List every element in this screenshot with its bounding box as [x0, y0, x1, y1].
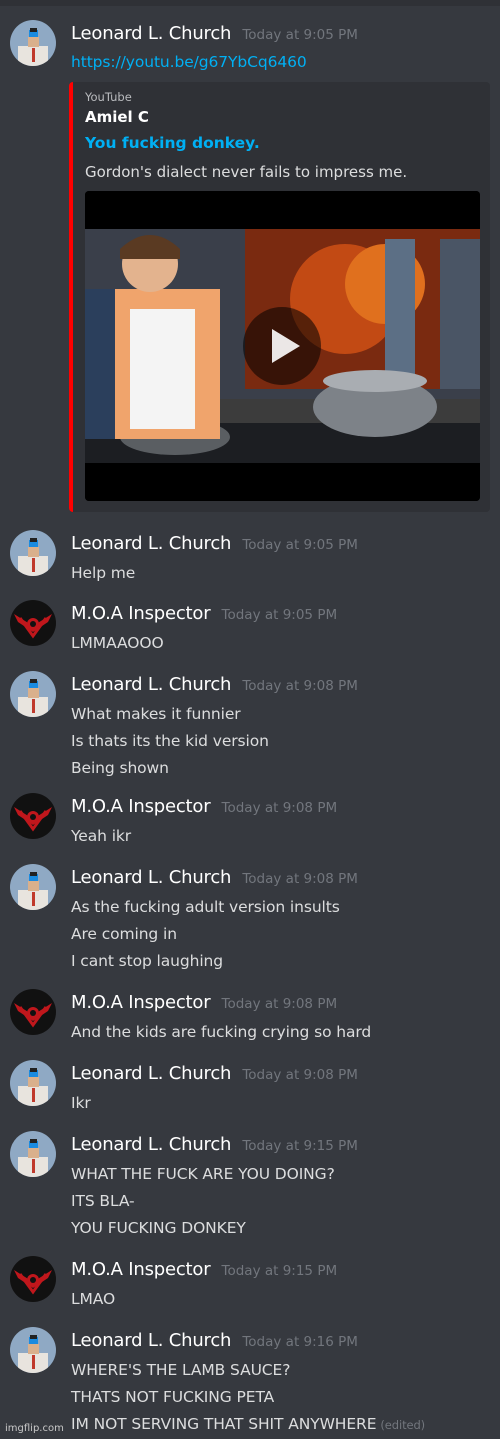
- message-text: Being shown: [71, 759, 169, 777]
- message-text: Ikr: [71, 1094, 91, 1112]
- timestamp: Today at 9:05 PM: [242, 537, 358, 553]
- avatar-moa-icon: [10, 600, 56, 646]
- avatar[interactable]: [10, 1060, 56, 1106]
- username[interactable]: Leonard L. Church: [71, 867, 231, 888]
- embed-title[interactable]: You fucking donkey.: [85, 134, 260, 152]
- avatar-leonard-icon: [10, 1327, 56, 1373]
- username[interactable]: Leonard L. Church: [71, 674, 231, 695]
- message-text: Yeah ikr: [71, 827, 132, 845]
- avatar-moa-icon: [10, 1256, 56, 1302]
- message-text: As the fucking adult version insults: [71, 898, 340, 916]
- avatar-leonard-icon: [10, 671, 56, 717]
- message-text: IM NOT SERVING THAT SHIT ANYWHERE (edited…: [71, 1415, 425, 1433]
- embed-provider[interactable]: YouTube: [85, 90, 132, 104]
- timestamp: Today at 9:05 PM: [221, 607, 338, 623]
- message-header: Leonard L. Church Today at 9:05 PM: [71, 23, 358, 44]
- message-text: THATS NOT FUCKING PETA: [71, 1388, 275, 1406]
- message-group: M.O.A Inspector Today at 9:08 PM And the…: [0, 989, 500, 1041]
- message-header: M.O.A Inspector Today at 9:08 PM: [71, 992, 337, 1013]
- message-group: Leonard L. Church Today at 9:16 PM WHERE…: [0, 1327, 500, 1437]
- message-text: What makes it funnier: [71, 705, 241, 723]
- timestamp: Today at 9:08 PM: [221, 800, 338, 816]
- message-text: LMMAAOOO: [71, 634, 164, 652]
- timestamp: Today at 9:16 PM: [242, 1334, 358, 1350]
- avatar[interactable]: [10, 20, 56, 66]
- timestamp: Today at 9:15 PM: [221, 1263, 338, 1279]
- message-header: M.O.A Inspector Today at 9:15 PM: [71, 1259, 337, 1280]
- message-text: Are coming in: [71, 925, 177, 943]
- message-group: Leonard L. Church Today at 9:15 PM WHAT …: [0, 1131, 500, 1241]
- message-text: Help me: [71, 564, 136, 582]
- message-text: And the kids are fucking crying so hard: [71, 1023, 372, 1041]
- avatar-leonard-icon: [10, 864, 56, 910]
- avatar[interactable]: [10, 989, 56, 1035]
- timestamp: Today at 9:15 PM: [242, 1138, 358, 1154]
- message-group: M.O.A Inspector Today at 9:05 PM LMMAAOO…: [0, 600, 500, 652]
- embed-description: Gordon's dialect never fails to impress …: [85, 163, 408, 181]
- message-text: WHERE'S THE LAMB SAUCE?: [71, 1361, 291, 1379]
- message-group: Leonard L. Church Today at 9:08 PM What …: [0, 671, 500, 781]
- avatar-moa-icon: [10, 793, 56, 839]
- avatar-leonard-icon: [10, 1131, 56, 1177]
- message-text: WHAT THE FUCK ARE YOU DOING?: [71, 1165, 335, 1183]
- message-group: M.O.A Inspector Today at 9:15 PM LMAO: [0, 1256, 500, 1308]
- video-thumbnail[interactable]: [85, 191, 480, 501]
- top-bar: [0, 0, 500, 6]
- embed-author[interactable]: Amiel C: [85, 108, 149, 126]
- avatar[interactable]: [10, 793, 56, 839]
- message-header: M.O.A Inspector Today at 9:05 PM: [71, 603, 337, 624]
- avatar[interactable]: [10, 864, 56, 910]
- username[interactable]: Leonard L. Church: [71, 23, 231, 44]
- username[interactable]: M.O.A Inspector: [71, 603, 211, 624]
- message-text: LMAO: [71, 1290, 116, 1308]
- message-text: YOU FUCKING DONKEY: [71, 1219, 246, 1237]
- username[interactable]: M.O.A Inspector: [71, 796, 211, 817]
- message-header: Leonard L. Church Today at 9:08 PM: [71, 674, 358, 695]
- message-header: Leonard L. Church Today at 9:08 PM: [71, 867, 358, 888]
- imgflip-watermark: imgflip.com: [5, 1423, 64, 1434]
- message-header: Leonard L. Church Today at 9:15 PM: [71, 1134, 358, 1155]
- timestamp: Today at 9:08 PM: [242, 678, 358, 694]
- timestamp: Today at 9:08 PM: [221, 996, 338, 1012]
- username[interactable]: M.O.A Inspector: [71, 1259, 211, 1280]
- username[interactable]: Leonard L. Church: [71, 1134, 231, 1155]
- play-button[interactable]: [243, 307, 321, 385]
- username[interactable]: Leonard L. Church: [71, 1063, 231, 1084]
- avatar-leonard-icon: [10, 20, 56, 66]
- avatar[interactable]: [10, 530, 56, 576]
- username[interactable]: M.O.A Inspector: [71, 992, 211, 1013]
- avatar-leonard-icon: [10, 530, 56, 576]
- message-text-content: IM NOT SERVING THAT SHIT ANYWHERE: [71, 1415, 377, 1433]
- username[interactable]: Leonard L. Church: [71, 533, 231, 554]
- edited-label: (edited): [380, 1418, 426, 1432]
- avatar[interactable]: [10, 671, 56, 717]
- username[interactable]: Leonard L. Church: [71, 1330, 231, 1351]
- timestamp: Today at 9:08 PM: [242, 871, 358, 887]
- message-text: ITS BLA-: [71, 1192, 135, 1210]
- avatar[interactable]: [10, 1256, 56, 1302]
- play-icon: [272, 329, 300, 363]
- message-text: Is thats its the kid version: [71, 732, 269, 750]
- avatar[interactable]: [10, 600, 56, 646]
- message-header: Leonard L. Church Today at 9:08 PM: [71, 1063, 358, 1084]
- message-header: M.O.A Inspector Today at 9:08 PM: [71, 796, 337, 817]
- avatar[interactable]: [10, 1327, 56, 1373]
- avatar[interactable]: [10, 1131, 56, 1177]
- avatar-leonard-icon: [10, 1060, 56, 1106]
- youtube-embed: YouTube Amiel C You fucking donkey. Gord…: [69, 82, 490, 512]
- message-header: Leonard L. Church Today at 9:16 PM: [71, 1330, 358, 1351]
- message-group: M.O.A Inspector Today at 9:08 PM Yeah ik…: [0, 793, 500, 845]
- message-group: Leonard L. Church Today at 9:05 PM Help …: [0, 530, 500, 582]
- message-group: Leonard L. Church Today at 9:08 PM Ikr: [0, 1060, 500, 1112]
- timestamp: Today at 9:05 PM: [242, 27, 358, 43]
- message-text: I cant stop laughing: [71, 952, 224, 970]
- avatar-moa-icon: [10, 989, 56, 1035]
- message-group: Leonard L. Church Today at 9:08 PM As th…: [0, 864, 500, 974]
- message-header: Leonard L. Church Today at 9:05 PM: [71, 533, 358, 554]
- timestamp: Today at 9:08 PM: [242, 1067, 358, 1083]
- youtube-link[interactable]: https://youtu.be/g67YbCq6460: [71, 53, 307, 71]
- message-group: Leonard L. Church Today at 9:05 PM https…: [0, 20, 500, 71]
